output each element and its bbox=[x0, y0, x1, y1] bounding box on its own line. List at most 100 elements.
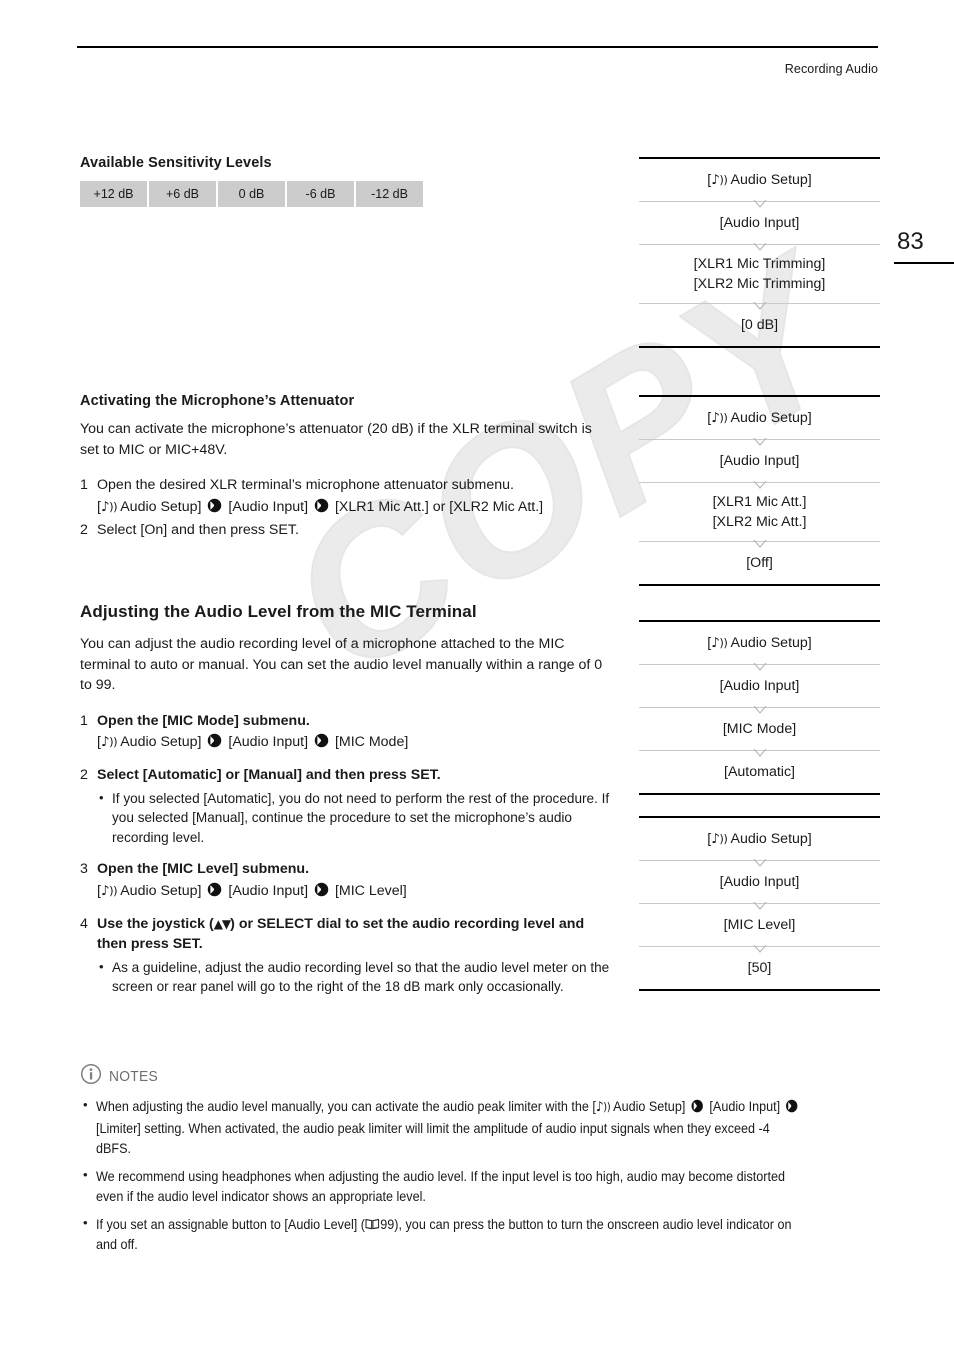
notes-header: NOTES bbox=[80, 1063, 880, 1090]
step-number: 4 bbox=[80, 915, 88, 932]
sensitivity-cell: +6 dB bbox=[149, 181, 216, 207]
chevron-down-icon bbox=[753, 200, 767, 209]
menu-path-part: [Audio Input] bbox=[228, 882, 309, 899]
sensitivity-heading: Available Sensitivity Levels bbox=[80, 155, 272, 171]
step-number: 2 bbox=[80, 767, 88, 783]
step-item: 4 Use the joystick (▲▼) or SELECT dial t… bbox=[80, 914, 610, 1007]
mic-mode-menu: [♪)) Audio Setup] [Audio Input] [MIC Mod… bbox=[639, 620, 880, 795]
arrow-right-circle-icon bbox=[785, 1098, 799, 1113]
audio-setup-icon: ♪)) bbox=[100, 734, 118, 750]
menu-item-root: [♪)) Audio Setup] bbox=[707, 410, 812, 426]
notes-list: When adjusting the audio level manually,… bbox=[80, 1095, 880, 1255]
mic-level-heading: Adjusting the Audio Level from the MIC T… bbox=[80, 602, 477, 621]
mic-trimming-menu: [♪)) Audio Setup] [Audio Input] [XLR1 Mi… bbox=[639, 157, 880, 348]
page-number-rule bbox=[894, 262, 954, 264]
notes-label: NOTES bbox=[109, 1068, 158, 1085]
arrow-right-circle-icon bbox=[691, 1098, 705, 1113]
main-content-column: Available Sensitivity Levels +12 dB +6 d… bbox=[80, 155, 610, 1009]
menu-separator bbox=[639, 859, 880, 867]
document-page: Recording Audio 83 Available Sensitivity… bbox=[0, 0, 954, 1348]
step-bullet-list: If you selected [Automatic], you do not … bbox=[97, 788, 610, 848]
step-item: 2 Select [On] and then press SET. bbox=[80, 520, 610, 541]
page-header-title: Recording Audio bbox=[784, 62, 878, 76]
menu-separator bbox=[639, 749, 880, 757]
audio-setup-icon: ♪)) bbox=[711, 831, 728, 847]
menu-separator bbox=[639, 481, 880, 489]
audio-setup-icon: ♪)) bbox=[100, 498, 118, 515]
menu-separator bbox=[639, 706, 880, 714]
step-item: 2 Select [Automatic] or [Manual] and the… bbox=[80, 765, 610, 857]
page-number: 83 bbox=[897, 228, 924, 255]
step-number: 1 bbox=[80, 477, 88, 493]
attenuator-intro: You can activate the microphone’s attenu… bbox=[80, 421, 592, 458]
menu-separator bbox=[639, 540, 880, 548]
step-number: 1 bbox=[80, 712, 88, 729]
chevron-down-icon bbox=[753, 481, 767, 490]
arrow-right-circle-icon bbox=[207, 498, 222, 513]
step-title: Select [Automatic] or [Manual] and then … bbox=[97, 767, 441, 783]
bullet-item: If you selected [Automatic], you do not … bbox=[97, 788, 610, 848]
arrow-right-circle-icon bbox=[314, 882, 329, 897]
step-bullet-list: As a guideline, adjust the audio recordi… bbox=[97, 957, 610, 997]
menu-separator bbox=[639, 302, 880, 310]
audio-setup-icon: ♪)) bbox=[711, 635, 728, 651]
menu-path-part: Audio Setup] bbox=[117, 734, 202, 750]
note-text: When adjusting the audio level manually,… bbox=[96, 1096, 802, 1159]
chevron-down-icon bbox=[753, 302, 767, 311]
arrow-right-circle-icon bbox=[207, 882, 222, 897]
note-part: When adjusting the audio level manually,… bbox=[96, 1098, 596, 1114]
sensitivity-cell: +12 dB bbox=[80, 181, 147, 207]
menu-item-root: [♪)) Audio Setup] bbox=[707, 172, 812, 188]
menu-path: [♪)) Audio Setup] [Audio Input] [MIC Lev… bbox=[97, 881, 610, 902]
note-item: When adjusting the audio level manually,… bbox=[80, 1095, 880, 1159]
menu-path-part: [Audio Input] bbox=[228, 734, 309, 750]
note-part: Audio Setup] bbox=[610, 1098, 686, 1114]
info-circle-icon bbox=[80, 1063, 102, 1090]
menu-item-line: [XLR2 Mic Trimming] bbox=[693, 276, 826, 292]
notes-section: NOTES When adjusting the audio level man… bbox=[80, 1063, 880, 1262]
header-rule bbox=[77, 46, 878, 48]
chevron-down-icon bbox=[753, 902, 767, 911]
menu-path-diagrams: [♪)) Audio Setup] [Audio Input] [XLR1 Mi… bbox=[639, 157, 880, 991]
audio-setup-icon: ♪)) bbox=[595, 1099, 611, 1115]
note-part: [Audio Input] bbox=[709, 1098, 781, 1114]
audio-setup-icon: ♪)) bbox=[711, 410, 728, 426]
attenuator-heading: Activating the Microphone’s Attenuator bbox=[80, 393, 355, 409]
step-title: Open the [MIC Mode] submenu. bbox=[97, 712, 310, 729]
bullet-item: As a guideline, adjust the audio recordi… bbox=[97, 957, 610, 997]
menu-item-line: [XLR2 Mic Att.] bbox=[712, 514, 807, 530]
book-icon bbox=[365, 1215, 379, 1229]
note-text: If you set an assignable button to [Audi… bbox=[96, 1214, 802, 1255]
step-item: 3 Open the [MIC Level] submenu. [♪)) Aud… bbox=[80, 859, 610, 902]
chevron-down-icon bbox=[753, 663, 767, 672]
menu-item-label: Audio Setup] bbox=[730, 831, 812, 847]
mic-level-intro: You can adjust the audio recording level… bbox=[80, 636, 603, 693]
step-number: 3 bbox=[80, 861, 88, 877]
arrow-right-circle-icon bbox=[207, 733, 222, 748]
menu-item-line: [XLR1 Mic Trimming] bbox=[693, 256, 826, 272]
chevron-down-icon bbox=[753, 438, 767, 447]
step-item: 1 Open the desired XLR terminal’s microp… bbox=[80, 475, 610, 518]
menu-path-part: [Audio Input] bbox=[228, 498, 309, 515]
menu-path: [♪)) Audio Setup] [Audio Input] [XLR1 Mi… bbox=[97, 497, 610, 518]
menu-path-part: Audio Setup] bbox=[117, 882, 202, 899]
menu-item-root: [♪)) Audio Setup] bbox=[707, 635, 812, 651]
sensitivity-cell: -6 dB bbox=[287, 181, 354, 207]
step-number: 2 bbox=[80, 521, 88, 538]
menu-bottom-rule bbox=[639, 989, 880, 991]
sensitivity-table: +12 dB +6 dB 0 dB -6 dB -12 dB bbox=[80, 181, 610, 207]
sensitivity-cell: 0 dB bbox=[218, 181, 285, 207]
chevron-down-icon bbox=[753, 749, 767, 758]
chevron-down-icon bbox=[753, 859, 767, 868]
arrow-right-circle-icon bbox=[314, 733, 329, 748]
menu-item-line: [XLR1 Mic Att.] bbox=[712, 494, 807, 510]
step-title-part: Use the joystick ( bbox=[97, 915, 214, 932]
note-part: If you set an assignable button to [Audi… bbox=[96, 1215, 365, 1232]
arrow-right-circle-icon bbox=[314, 498, 329, 513]
